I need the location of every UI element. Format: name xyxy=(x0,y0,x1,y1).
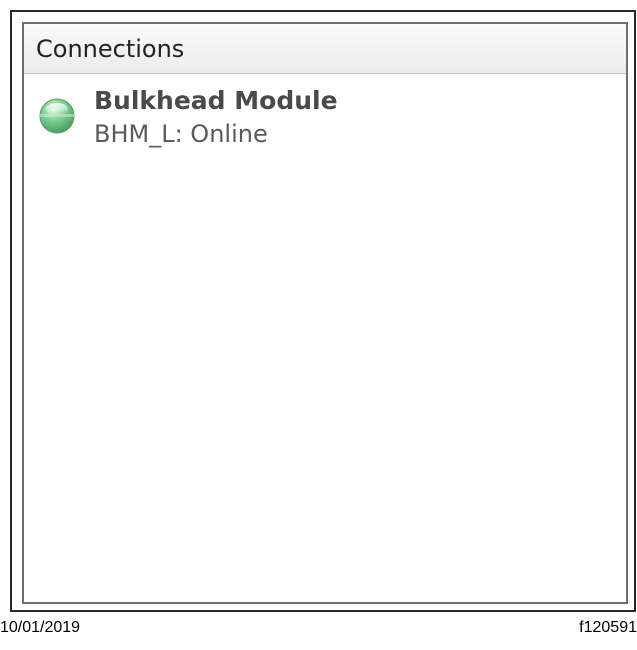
panel-header: Connections xyxy=(24,24,626,74)
figure-id: f120591 xyxy=(579,619,637,636)
connection-status: BHM_L: Online xyxy=(94,120,268,148)
figure-date: 10/01/2019 xyxy=(0,619,81,636)
connections-panel: Connections Bulkhead Module BHM_L: Onlin… xyxy=(22,22,628,604)
panel-title: Connections xyxy=(36,34,185,63)
connection-item[interactable]: Bulkhead Module BHM_L: Online xyxy=(24,86,626,156)
connection-name: Bulkhead Module xyxy=(94,86,338,115)
status-led-icon xyxy=(39,98,75,134)
